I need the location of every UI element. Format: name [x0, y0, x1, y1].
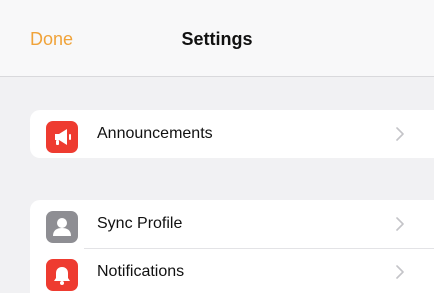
chevron-right-icon [396, 265, 404, 279]
row-label: Notifications [97, 263, 185, 280]
row-label: Sync Profile [97, 215, 183, 232]
settings-group-account: Sync Profile Notifications [30, 200, 434, 293]
settings-row-notifications[interactable]: Notifications [30, 248, 434, 293]
done-button[interactable]: Done [30, 28, 73, 50]
person-icon [46, 211, 78, 243]
chevron-right-icon [396, 217, 404, 231]
settings-row-announcements[interactable]: Announcements [30, 110, 434, 158]
chevron-right-icon [396, 127, 404, 141]
settings-group-announcements: Announcements [30, 110, 434, 158]
bell-icon [46, 259, 78, 291]
settings-row-sync-profile[interactable]: Sync Profile [30, 200, 434, 248]
navigation-bar: Done Settings [0, 0, 434, 77]
row-label: Announcements [97, 125, 213, 142]
row-divider [84, 248, 434, 249]
megaphone-icon [46, 121, 78, 153]
